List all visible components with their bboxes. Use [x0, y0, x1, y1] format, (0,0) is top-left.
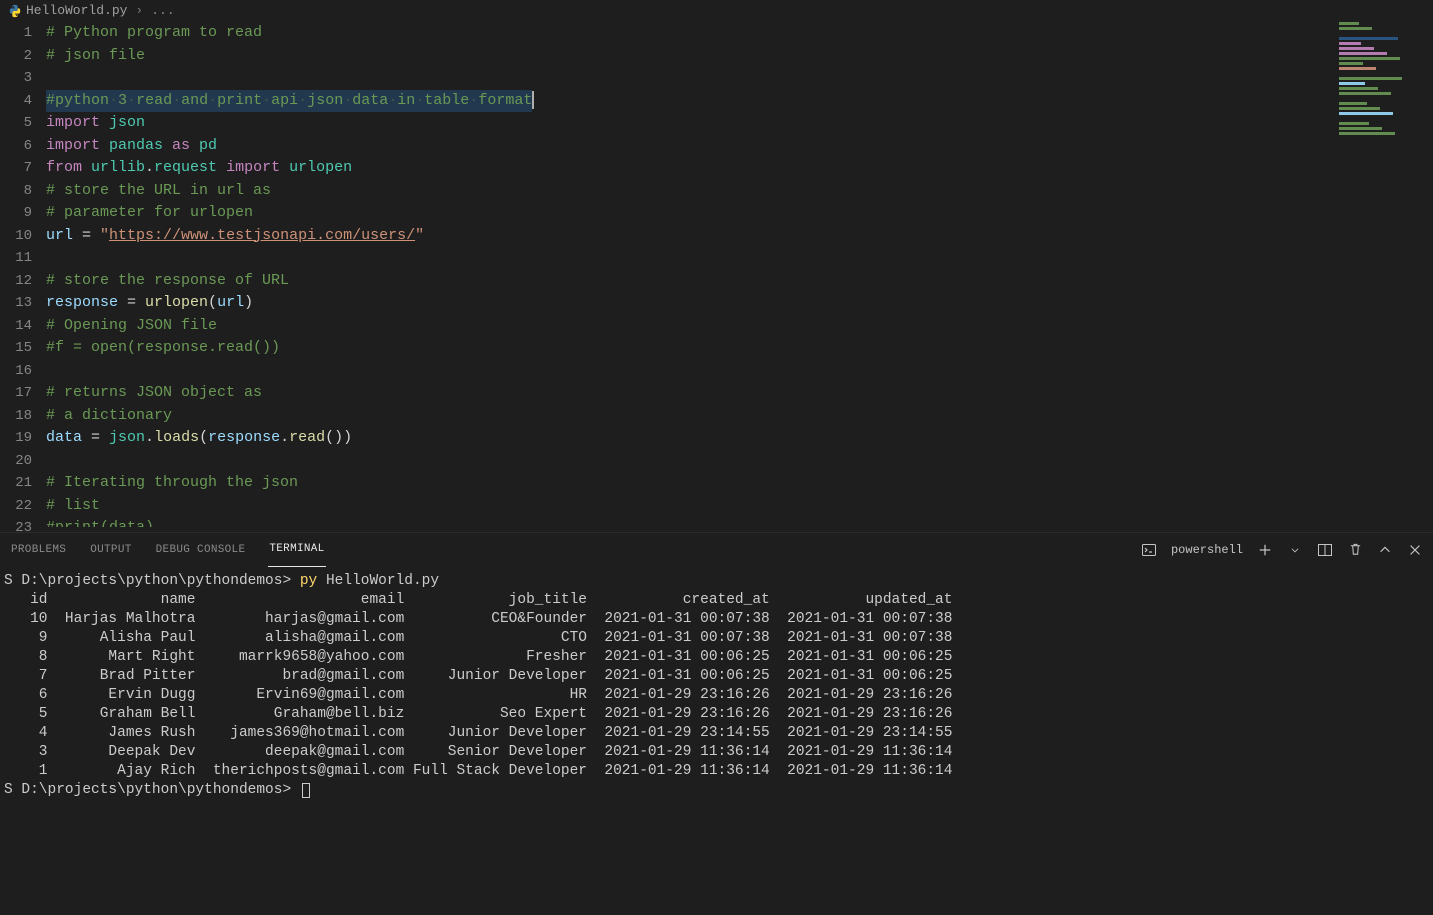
line-number: 10 — [0, 225, 32, 248]
minimap-line — [1339, 67, 1376, 70]
code-line[interactable]: # Iterating through the json — [46, 472, 1433, 495]
code-line[interactable]: #print(data) — [46, 517, 1433, 527]
editor[interactable]: 1234567891011121314151617181920212223 # … — [0, 22, 1433, 532]
line-number: 23 — [0, 517, 32, 532]
new-terminal-icon[interactable] — [1257, 542, 1273, 558]
breadcrumb-file[interactable]: HelloWorld.py — [26, 0, 127, 22]
minimap-line — [1339, 77, 1402, 80]
line-number: 13 — [0, 292, 32, 315]
minimap-line — [1339, 37, 1398, 40]
minimap-line — [1339, 82, 1365, 85]
line-number: 2 — [0, 45, 32, 68]
minimap-line — [1339, 132, 1395, 135]
close-panel-icon[interactable] — [1407, 542, 1423, 558]
line-number: 14 — [0, 315, 32, 338]
minimap-line — [1339, 122, 1369, 125]
minimap-line — [1339, 127, 1382, 130]
minimap-line — [1339, 32, 1385, 35]
panel-tab-bar: PROBLEMS OUTPUT DEBUG CONSOLE TERMINAL p… — [0, 533, 1433, 566]
code-line[interactable]: #f = open(response.read()) — [46, 337, 1433, 360]
code-line[interactable] — [46, 67, 1433, 90]
minimap-line — [1339, 22, 1359, 25]
split-terminal-icon[interactable] — [1317, 542, 1333, 558]
code-line[interactable]: import json — [46, 112, 1433, 135]
terminal-dropdown-icon[interactable] — [1287, 542, 1303, 558]
terminal-profile-icon[interactable] — [1141, 542, 1157, 558]
code-line[interactable]: # Python program to read — [46, 22, 1433, 45]
tab-terminal[interactable]: TERMINAL — [268, 532, 325, 567]
code-line[interactable] — [46, 450, 1433, 473]
breadcrumb-trail[interactable]: ... — [151, 0, 174, 22]
line-number: 22 — [0, 495, 32, 518]
minimap-line — [1339, 87, 1378, 90]
panel-actions: powershell — [1141, 533, 1423, 566]
tab-output[interactable]: OUTPUT — [89, 533, 132, 567]
python-file-icon — [8, 4, 22, 18]
code-line[interactable]: # returns JSON object as — [46, 382, 1433, 405]
line-number: 9 — [0, 202, 32, 225]
breadcrumb-separator: › — [131, 0, 147, 22]
code-line[interactable]: data = json.loads(response.read()) — [46, 427, 1433, 450]
code-area[interactable]: # Python program to read# json file #pyt… — [46, 22, 1433, 527]
minimap-line — [1339, 112, 1393, 115]
breadcrumb[interactable]: HelloWorld.py › ... — [0, 0, 1433, 22]
minimap-line — [1339, 57, 1400, 60]
line-number: 1 — [0, 22, 32, 45]
bottom-panel: PROBLEMS OUTPUT DEBUG CONSOLE TERMINAL p… — [0, 532, 1433, 915]
tab-problems[interactable]: PROBLEMS — [10, 533, 67, 567]
kill-terminal-icon[interactable] — [1347, 542, 1363, 558]
minimap-line — [1339, 72, 1389, 75]
line-number: 16 — [0, 360, 32, 383]
tab-debug-console[interactable]: DEBUG CONSOLE — [155, 533, 247, 567]
line-number: 4 — [0, 90, 32, 113]
line-number: 18 — [0, 405, 32, 428]
code-line[interactable]: # list — [46, 495, 1433, 518]
text-cursor — [532, 91, 534, 109]
code-line[interactable]: #python·3·read·and·print·api·json·data·i… — [46, 90, 1433, 113]
line-number: 21 — [0, 472, 32, 495]
minimap-line — [1339, 52, 1387, 55]
code-line[interactable] — [46, 360, 1433, 383]
code-line[interactable]: url = "https://www.testjsonapi.com/users… — [46, 225, 1433, 248]
minimap-line — [1339, 62, 1363, 65]
line-number: 12 — [0, 270, 32, 293]
minimap[interactable] — [1339, 22, 1429, 122]
code-line[interactable]: from urllib.request import urlopen — [46, 157, 1433, 180]
line-number: 15 — [0, 337, 32, 360]
minimap-line — [1339, 47, 1374, 50]
code-line[interactable]: import pandas as pd — [46, 135, 1433, 158]
line-number-gutter: 1234567891011121314151617181920212223 — [0, 22, 38, 532]
terminal-output[interactable]: S D:\projects\python\pythondemos> py Hel… — [0, 566, 1433, 915]
minimap-line — [1339, 97, 1404, 100]
minimap-line — [1339, 107, 1380, 110]
minimap-line — [1339, 42, 1361, 45]
code-line[interactable]: # json file — [46, 45, 1433, 68]
maximize-panel-icon[interactable] — [1377, 542, 1393, 558]
line-number: 19 — [0, 427, 32, 450]
minimap-line — [1339, 92, 1391, 95]
code-line[interactable] — [46, 247, 1433, 270]
code-line[interactable]: # parameter for urlopen — [46, 202, 1433, 225]
code-line[interactable]: response = urlopen(url) — [46, 292, 1433, 315]
line-number: 20 — [0, 450, 32, 473]
minimap-line — [1339, 117, 1406, 120]
line-number: 3 — [0, 67, 32, 90]
code-line[interactable]: # store the URL in url as — [46, 180, 1433, 203]
minimap-line — [1339, 102, 1367, 105]
code-line[interactable]: # Opening JSON file — [46, 315, 1433, 338]
line-number: 7 — [0, 157, 32, 180]
code-line[interactable]: # store the response of URL — [46, 270, 1433, 293]
line-number: 8 — [0, 180, 32, 203]
line-number: 5 — [0, 112, 32, 135]
line-number: 11 — [0, 247, 32, 270]
terminal-profile-label[interactable]: powershell — [1171, 539, 1243, 561]
line-number: 17 — [0, 382, 32, 405]
code-line[interactable]: # a dictionary — [46, 405, 1433, 428]
minimap-line — [1339, 27, 1372, 30]
line-number: 6 — [0, 135, 32, 158]
terminal-cursor — [302, 783, 310, 798]
